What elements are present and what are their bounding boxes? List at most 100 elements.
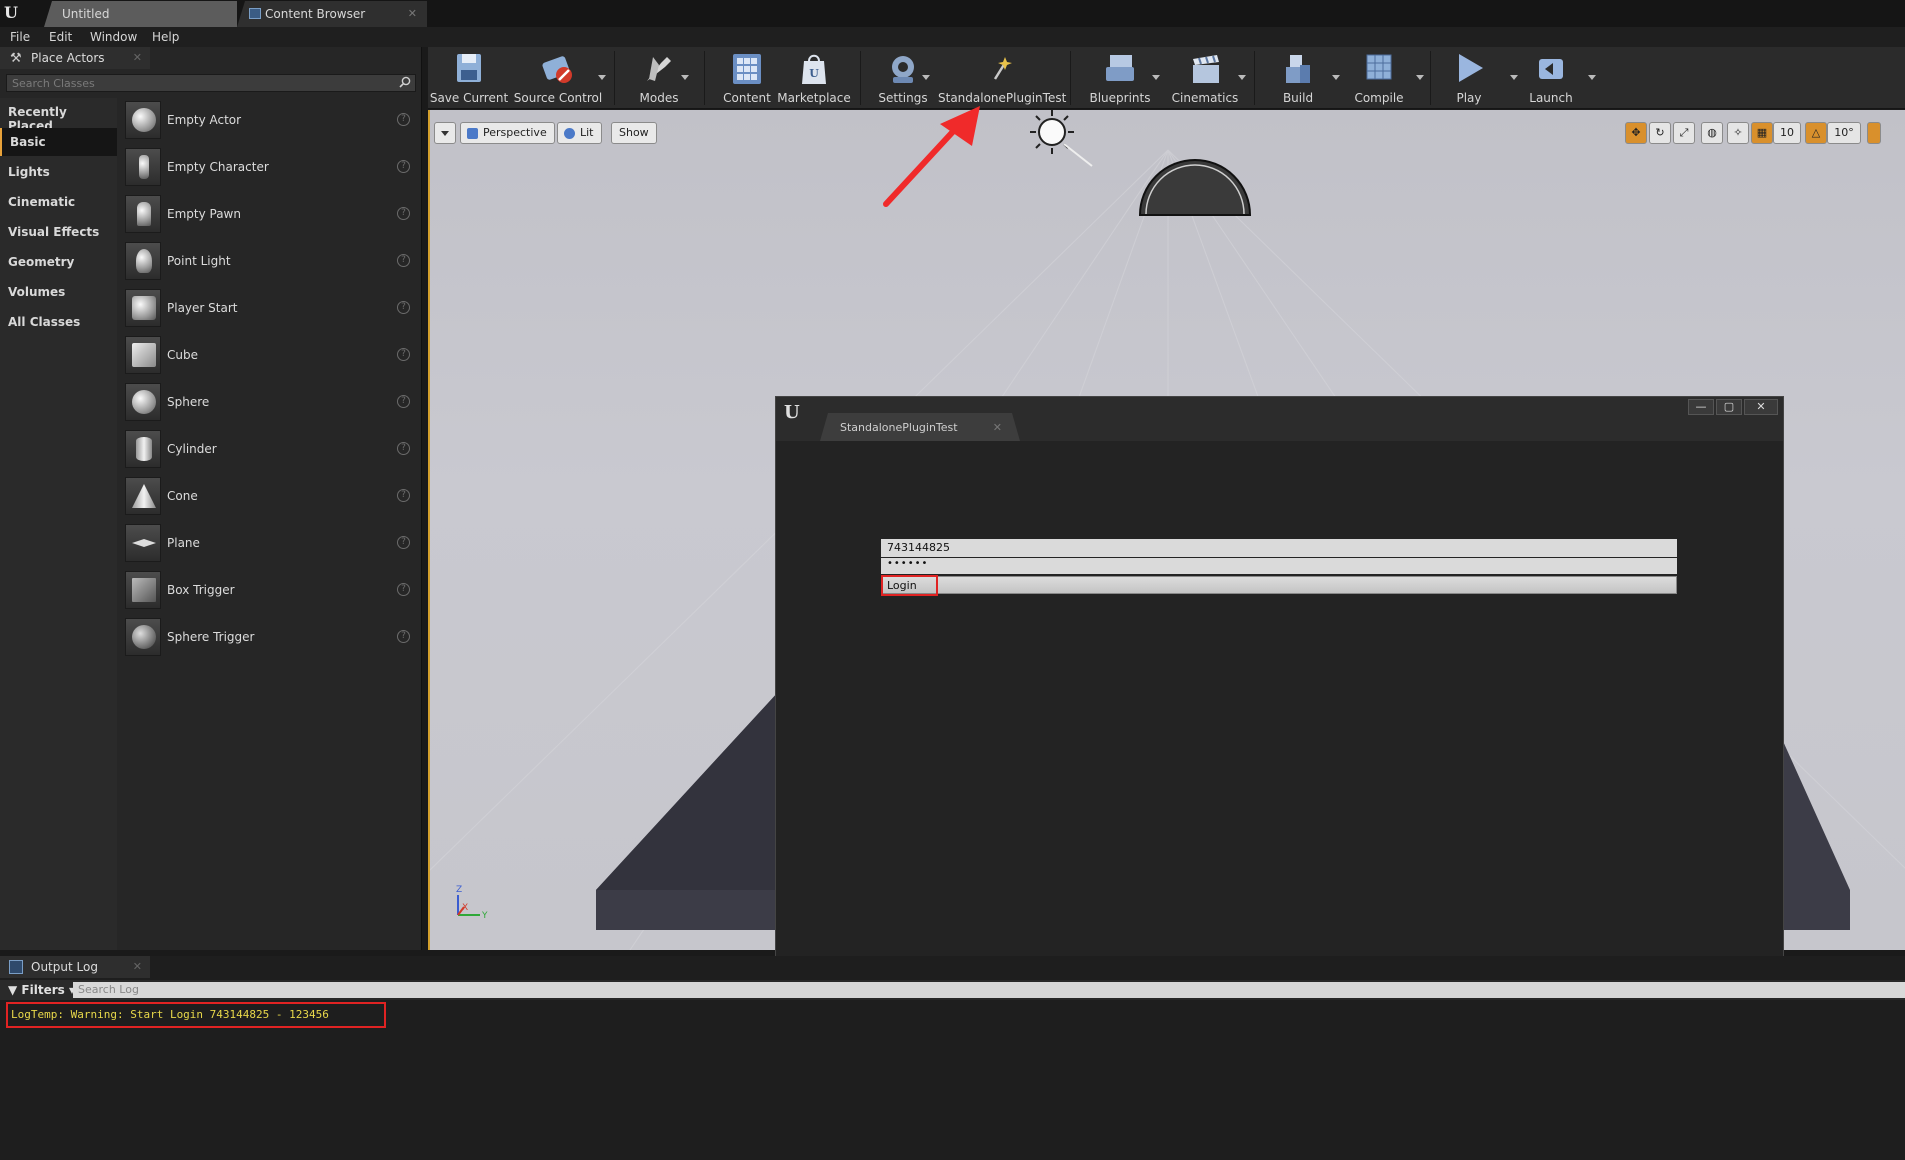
source-control-button[interactable]: Source Control: [512, 47, 604, 109]
rotation-snap-icon[interactable]: △: [1805, 122, 1827, 144]
blueprints-dropdown-icon[interactable]: [1152, 75, 1160, 80]
actor-item-sphere-trigger[interactable]: Sphere Trigger ?: [121, 615, 418, 661]
help-icon[interactable]: ?: [397, 536, 410, 549]
help-icon[interactable]: ?: [397, 583, 410, 596]
actor-item-cylinder[interactable]: Cylinder ?: [121, 427, 418, 473]
category-cinematic[interactable]: Cinematic: [0, 188, 117, 216]
marketplace-button[interactable]: U Marketplace: [774, 47, 854, 109]
lit-button[interactable]: Lit: [557, 122, 602, 144]
menu-file[interactable]: File: [10, 30, 30, 44]
actor-item-plane[interactable]: Plane ?: [121, 521, 418, 567]
settings-dropdown-icon[interactable]: [922, 75, 930, 80]
menu-help[interactable]: Help: [152, 30, 179, 44]
window-title-bar[interactable]: U StandalonePluginTest ✕ — ▢ ✕: [776, 397, 1783, 441]
output-log-panel: Output Log ✕ ▼ Filters ▾ Search Log LogT…: [0, 956, 1905, 1160]
viewport-options-dropdown[interactable]: [434, 122, 456, 144]
close-tab-icon[interactable]: ✕: [408, 7, 417, 20]
build-button[interactable]: Build: [1264, 47, 1332, 109]
compile-dropdown-icon[interactable]: [1416, 75, 1424, 80]
menu-edit[interactable]: Edit: [49, 30, 72, 44]
help-icon[interactable]: ?: [397, 207, 410, 220]
cinematics-dropdown-icon[interactable]: [1238, 75, 1246, 80]
place-actors-tab[interactable]: ⚒ Place Actors ✕: [0, 47, 150, 69]
help-icon[interactable]: ?: [397, 160, 410, 173]
actor-item-empty-character[interactable]: Empty Character ?: [121, 145, 418, 191]
blueprints-button[interactable]: Blueprints: [1080, 47, 1160, 109]
actor-item-point-light[interactable]: Point Light ?: [121, 239, 418, 285]
actor-item-label: Empty Character: [167, 160, 269, 174]
rotation-snap-value[interactable]: 10°: [1827, 122, 1861, 144]
password-field[interactable]: ••••••: [881, 558, 1677, 574]
source-control-label: Source Control: [513, 91, 603, 105]
cinematics-button[interactable]: Cinematics: [1162, 47, 1248, 109]
build-dropdown-icon[interactable]: [1332, 75, 1340, 80]
category-lights[interactable]: Lights: [0, 158, 117, 186]
username-field[interactable]: 743144825: [881, 539, 1677, 557]
tab-content-browser[interactable]: Content Browser ✕: [237, 1, 427, 27]
content-button[interactable]: Content: [712, 47, 782, 109]
help-icon[interactable]: ?: [397, 442, 410, 455]
search-icon[interactable]: [399, 76, 411, 88]
launch-dropdown-icon[interactable]: [1588, 75, 1596, 80]
play-button[interactable]: Play: [1438, 47, 1500, 109]
build-blocks-icon: [1286, 55, 1310, 83]
rotate-icon[interactable]: ↻: [1649, 122, 1671, 144]
actor-item-cone[interactable]: Cone ?: [121, 474, 418, 520]
standalone-plugin-window: U StandalonePluginTest ✕ — ▢ ✕ 743144825…: [775, 396, 1784, 1003]
help-icon[interactable]: ?: [397, 301, 410, 314]
search-log-input[interactable]: Search Log: [73, 982, 1905, 998]
category-visual-effects[interactable]: Visual Effects: [0, 218, 117, 246]
output-log-tab[interactable]: Output Log ✕: [0, 956, 150, 978]
help-icon[interactable]: ?: [397, 489, 410, 502]
grid-snap-icon[interactable]: ▦: [1751, 122, 1773, 144]
help-icon[interactable]: ?: [397, 395, 410, 408]
category-recently-placed[interactable]: Recently Placed: [0, 98, 117, 133]
menu-window[interactable]: Window: [90, 30, 137, 44]
world-space-icon[interactable]: ◍: [1701, 122, 1723, 144]
actor-item-sphere[interactable]: Sphere ?: [121, 380, 418, 426]
sphere-trigger-icon: [125, 618, 161, 656]
close-tab-icon[interactable]: ✕: [993, 421, 1002, 434]
settings-gear-icon: [892, 56, 914, 83]
filters-dropdown[interactable]: ▼ Filters ▾: [8, 983, 75, 997]
actor-item-box-trigger[interactable]: Box Trigger ?: [121, 568, 418, 614]
show-button[interactable]: Show: [611, 122, 657, 144]
actor-item-cube[interactable]: Cube ?: [121, 333, 418, 379]
modes-dropdown-icon[interactable]: [681, 75, 689, 80]
close-panel-icon[interactable]: ✕: [133, 51, 142, 64]
login-label[interactable]: Login: [881, 575, 938, 596]
help-icon[interactable]: ?: [397, 348, 410, 361]
tab-untitled[interactable]: Untitled: [44, 1, 237, 27]
actor-item-empty-actor[interactable]: Empty Actor ?: [121, 98, 418, 144]
standalone-tab-label: StandalonePluginTest: [840, 421, 958, 434]
surface-snap-icon[interactable]: ✧: [1727, 122, 1749, 144]
minimize-icon[interactable]: —: [1688, 399, 1714, 415]
perspective-button[interactable]: Perspective: [460, 122, 555, 144]
actor-item-label: Cube: [167, 348, 198, 362]
standalone-tab[interactable]: StandalonePluginTest ✕: [820, 413, 1020, 441]
close-window-icon[interactable]: ✕: [1744, 399, 1778, 415]
grid-snap-value[interactable]: 10: [1773, 122, 1801, 144]
help-icon[interactable]: ?: [397, 254, 410, 267]
actor-item-player-start[interactable]: Player Start ?: [121, 286, 418, 332]
maximize-icon[interactable]: ▢: [1716, 399, 1742, 415]
category-all-classes[interactable]: All Classes: [0, 308, 117, 336]
toolbar-divider: [614, 51, 615, 105]
category-basic[interactable]: Basic: [0, 128, 117, 156]
scale-snap-icon[interactable]: [1867, 122, 1881, 144]
compile-button[interactable]: Compile: [1342, 47, 1416, 109]
launch-button[interactable]: Launch: [1516, 47, 1586, 109]
translate-icon[interactable]: ✥: [1625, 122, 1647, 144]
login-button[interactable]: [881, 576, 1677, 594]
category-volumes[interactable]: Volumes: [0, 278, 117, 306]
title-bar: U Untitled Content Browser ✕: [0, 0, 1905, 27]
actor-item-empty-pawn[interactable]: Empty Pawn ?: [121, 192, 418, 238]
help-icon[interactable]: ?: [397, 630, 410, 643]
help-icon[interactable]: ?: [397, 113, 410, 126]
source-control-dropdown-icon[interactable]: [598, 75, 606, 80]
category-geometry[interactable]: Geometry: [0, 248, 117, 276]
search-classes-input[interactable]: Search Classes: [6, 74, 416, 92]
scale-icon[interactable]: ⤢: [1673, 122, 1695, 144]
save-current-button[interactable]: Save Current: [428, 47, 510, 109]
close-panel-icon[interactable]: ✕: [133, 960, 142, 973]
